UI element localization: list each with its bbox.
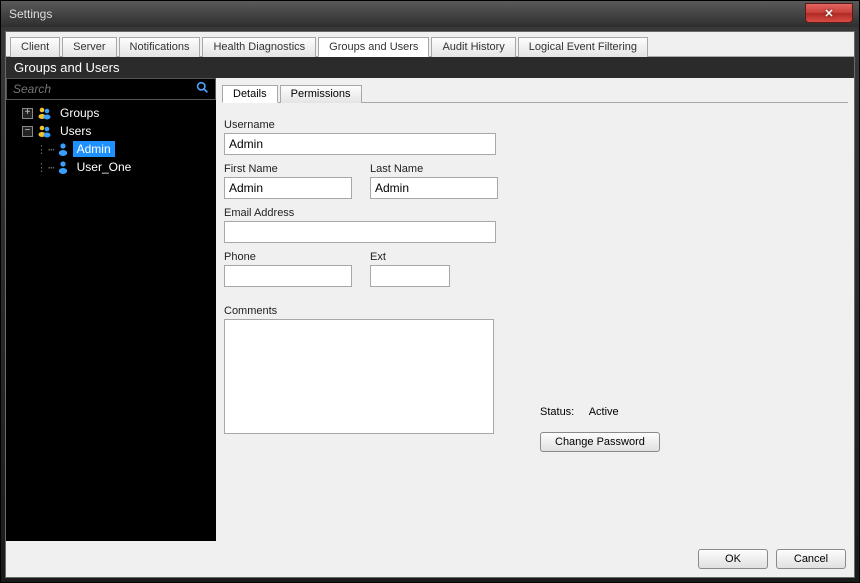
tab-server[interactable]: Server — [62, 37, 116, 57]
user-icon — [56, 160, 70, 174]
window-title: Settings — [9, 7, 52, 21]
settings-window: Settings ✕ Client Server Notifications H… — [0, 0, 860, 583]
user-icon — [56, 142, 70, 156]
search-box[interactable] — [6, 78, 216, 100]
tree-label: User_One — [73, 159, 136, 175]
comments-label: Comments — [224, 305, 846, 317]
tree-label: Users — [56, 123, 95, 139]
subtab-permissions[interactable]: Permissions — [280, 85, 362, 103]
email-label: Email Address — [224, 207, 846, 219]
details-form: Username First Name Last Name Email Addr… — [222, 107, 848, 441]
search-icon[interactable] — [190, 81, 215, 97]
tab-audit-history[interactable]: Audit History — [431, 37, 515, 57]
firstname-field[interactable] — [224, 177, 352, 199]
tree-label: Admin — [73, 141, 115, 157]
sidebar: + Groups − Users — [6, 78, 216, 541]
phone-field[interactable] — [224, 265, 352, 287]
ext-label: Ext — [370, 251, 450, 263]
main-pane: Details Permissions Username First Name … — [216, 78, 854, 541]
content: Client Server Notifications Health Diagn… — [5, 31, 855, 578]
tab-notifications[interactable]: Notifications — [119, 37, 201, 57]
tree-node-user[interactable]: ⋮⋯ User_One — [8, 158, 214, 176]
ext-field[interactable] — [370, 265, 450, 287]
tab-groups-and-users[interactable]: Groups and Users — [318, 37, 429, 57]
cancel-button[interactable]: Cancel — [776, 549, 846, 569]
footer: OK Cancel — [6, 541, 854, 577]
lastname-label: Last Name — [370, 163, 498, 175]
subtabs: Details Permissions — [222, 84, 848, 103]
expand-icon[interactable]: + — [22, 108, 33, 119]
firstname-label: First Name — [224, 163, 352, 175]
email-field[interactable] — [224, 221, 496, 243]
tab-client[interactable]: Client — [10, 37, 60, 57]
window-close-button[interactable]: ✕ — [805, 3, 853, 23]
tree: + Groups − Users — [6, 100, 216, 541]
body: + Groups − Users — [6, 78, 854, 541]
status-value: Active — [589, 406, 619, 418]
tab-health-diagnostics[interactable]: Health Diagnostics — [202, 37, 316, 57]
tree-node-users[interactable]: − Users — [8, 122, 214, 140]
search-input[interactable] — [7, 79, 190, 99]
tree-node-groups[interactable]: + Groups — [8, 104, 214, 122]
tree-label: Groups — [56, 105, 103, 121]
subtab-details[interactable]: Details — [222, 85, 278, 103]
tab-logical-event-filtering[interactable]: Logical Event Filtering — [518, 37, 648, 57]
status-area: Status: Active Change Password — [540, 406, 660, 452]
panel-title: Groups and Users — [6, 57, 854, 78]
username-field[interactable] — [224, 133, 496, 155]
close-icon: ✕ — [824, 7, 833, 20]
change-password-button[interactable]: Change Password — [540, 432, 660, 452]
username-label: Username — [224, 119, 846, 131]
users-icon — [37, 124, 53, 138]
ok-button[interactable]: OK — [698, 549, 768, 569]
groups-icon — [37, 106, 53, 120]
comments-field[interactable] — [224, 319, 494, 434]
main-tabstrip: Client Server Notifications Health Diagn… — [6, 32, 854, 57]
status-label: Status: — [540, 406, 574, 418]
lastname-field[interactable] — [370, 177, 498, 199]
phone-label: Phone — [224, 251, 352, 263]
tree-node-user[interactable]: ⋮⋯ Admin — [8, 140, 214, 158]
titlebar: Settings ✕ — [1, 1, 859, 27]
collapse-icon[interactable]: − — [22, 126, 33, 137]
